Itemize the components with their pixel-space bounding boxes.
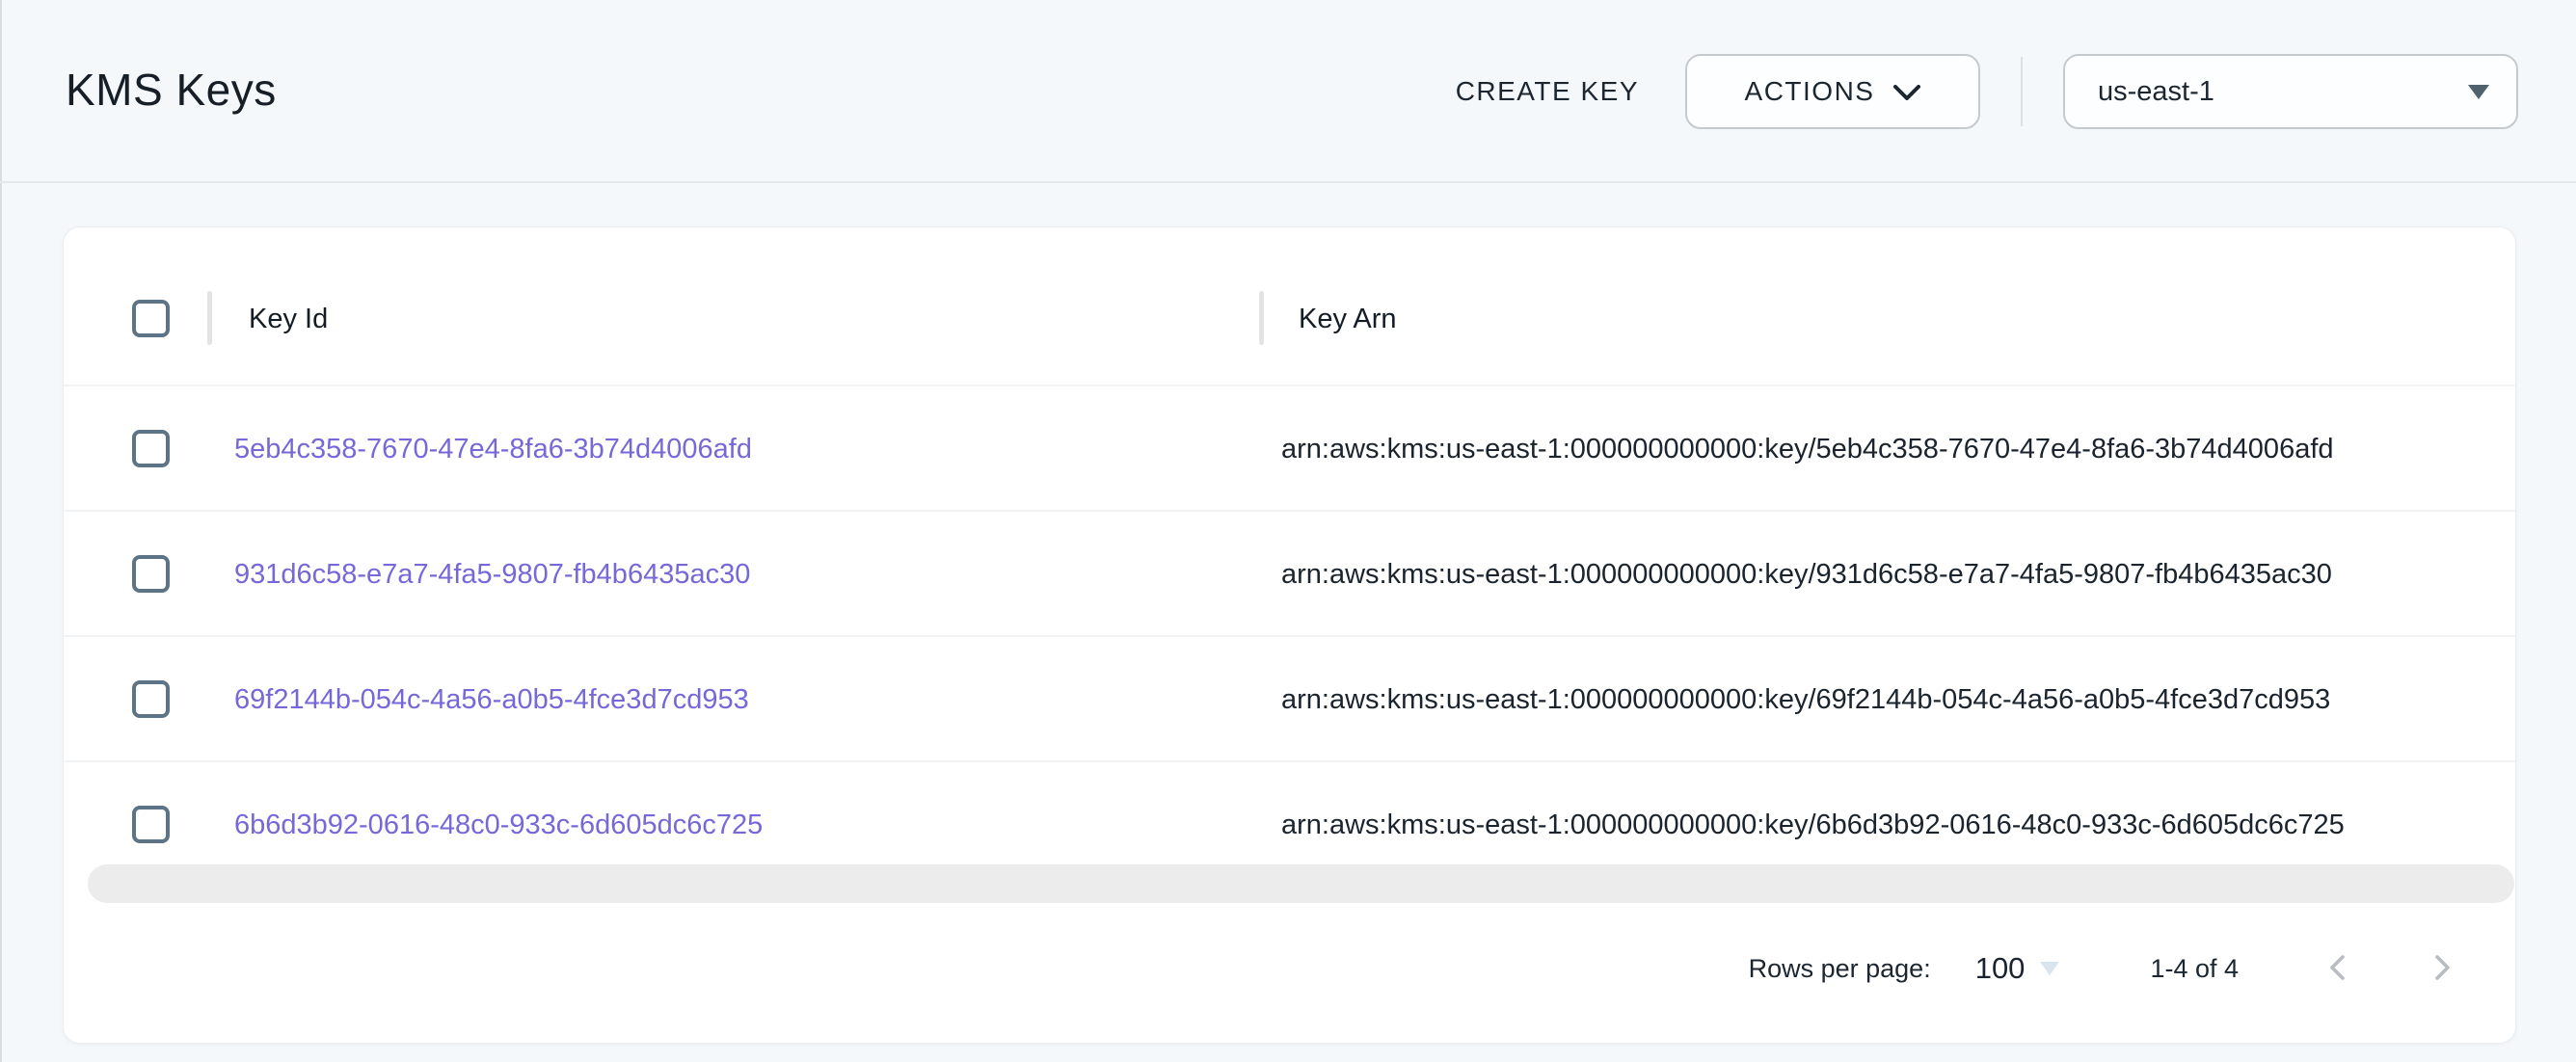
caret-down-icon	[2468, 85, 2489, 99]
pagination-range-label: 1-4 of 4	[2150, 954, 2239, 984]
region-select-value: us-east-1	[2098, 76, 2214, 108]
key-id-link[interactable]: 931d6c58-e7a7-4fa5-9807-fb4b6435ac30	[234, 559, 750, 591]
header-divider	[2021, 57, 2023, 126]
chevron-down-icon	[1893, 76, 1920, 107]
key-arn-cell: arn:aws:kms:us-east-1:000000000000:key/6…	[1281, 684, 2330, 716]
row-checkbox[interactable]	[132, 680, 170, 718]
row-checkbox[interactable]	[132, 430, 170, 467]
key-arn-cell: arn:aws:kms:us-east-1:000000000000:key/9…	[1281, 559, 2332, 591]
table-row: 931d6c58-e7a7-4fa5-9807-fb4b6435ac30 arn…	[64, 510, 2515, 635]
row-checkbox[interactable]	[132, 555, 170, 593]
table-row: 69f2144b-054c-4a56-a0b5-4fce3d7cd953 arn…	[64, 635, 2515, 760]
chevron-right-icon	[2425, 950, 2459, 988]
page-title: KMS Keys	[66, 64, 277, 116]
column-resize-handle-key-arn[interactable]	[1259, 291, 1264, 345]
table-header-row: Key Id Key Arn	[64, 227, 2515, 385]
actions-button[interactable]: ACTIONS	[1685, 54, 1980, 129]
chevron-left-icon	[2321, 950, 2355, 988]
next-page-button[interactable]	[2425, 950, 2459, 988]
rows-per-page-label: Rows per page:	[1749, 954, 1931, 984]
previous-page-button[interactable]	[2321, 950, 2355, 988]
header-controls: CREATE KEY ACTIONS us-east-1	[1425, 54, 2518, 129]
key-id-link[interactable]: 5eb4c358-7670-47e4-8fa6-3b74d4006afd	[234, 434, 752, 465]
caret-down-icon	[2040, 962, 2059, 975]
key-arn-cell: arn:aws:kms:us-east-1:000000000000:key/5…	[1281, 434, 2334, 465]
rows-per-page-select[interactable]: 100	[1975, 951, 2060, 986]
actions-button-label: ACTIONS	[1745, 76, 1875, 107]
column-resize-handle-key-id[interactable]	[207, 291, 212, 345]
table-row: 5eb4c358-7670-47e4-8fa6-3b74d4006afd arn…	[64, 385, 2515, 510]
pagination-bar: Rows per page: 100 1-4 of 4	[1749, 935, 2515, 1002]
create-key-button[interactable]: CREATE KEY	[1425, 54, 1670, 129]
column-header-key-id[interactable]: Key Id	[249, 304, 328, 335]
rows-per-page-value: 100	[1975, 951, 2026, 986]
select-all-checkbox[interactable]	[132, 300, 170, 337]
key-arn-cell: arn:aws:kms:us-east-1:000000000000:key/6…	[1281, 810, 2345, 841]
page-header: KMS Keys CREATE KEY ACTIONS us-east-1	[0, 0, 2576, 183]
row-checkbox[interactable]	[132, 806, 170, 843]
key-id-link[interactable]: 69f2144b-054c-4a56-a0b5-4fce3d7cd953	[234, 684, 749, 716]
region-select[interactable]: us-east-1	[2063, 54, 2518, 129]
horizontal-scrollbar[interactable]	[88, 864, 2514, 903]
kms-keys-table-card: Key Id Key Arn 5eb4c358-7670-47e4-8fa6-3…	[63, 226, 2516, 1044]
column-header-key-arn[interactable]: Key Arn	[1299, 304, 1397, 335]
key-id-link[interactable]: 6b6d3b92-0616-48c0-933c-6d605dc6c725	[234, 810, 763, 841]
